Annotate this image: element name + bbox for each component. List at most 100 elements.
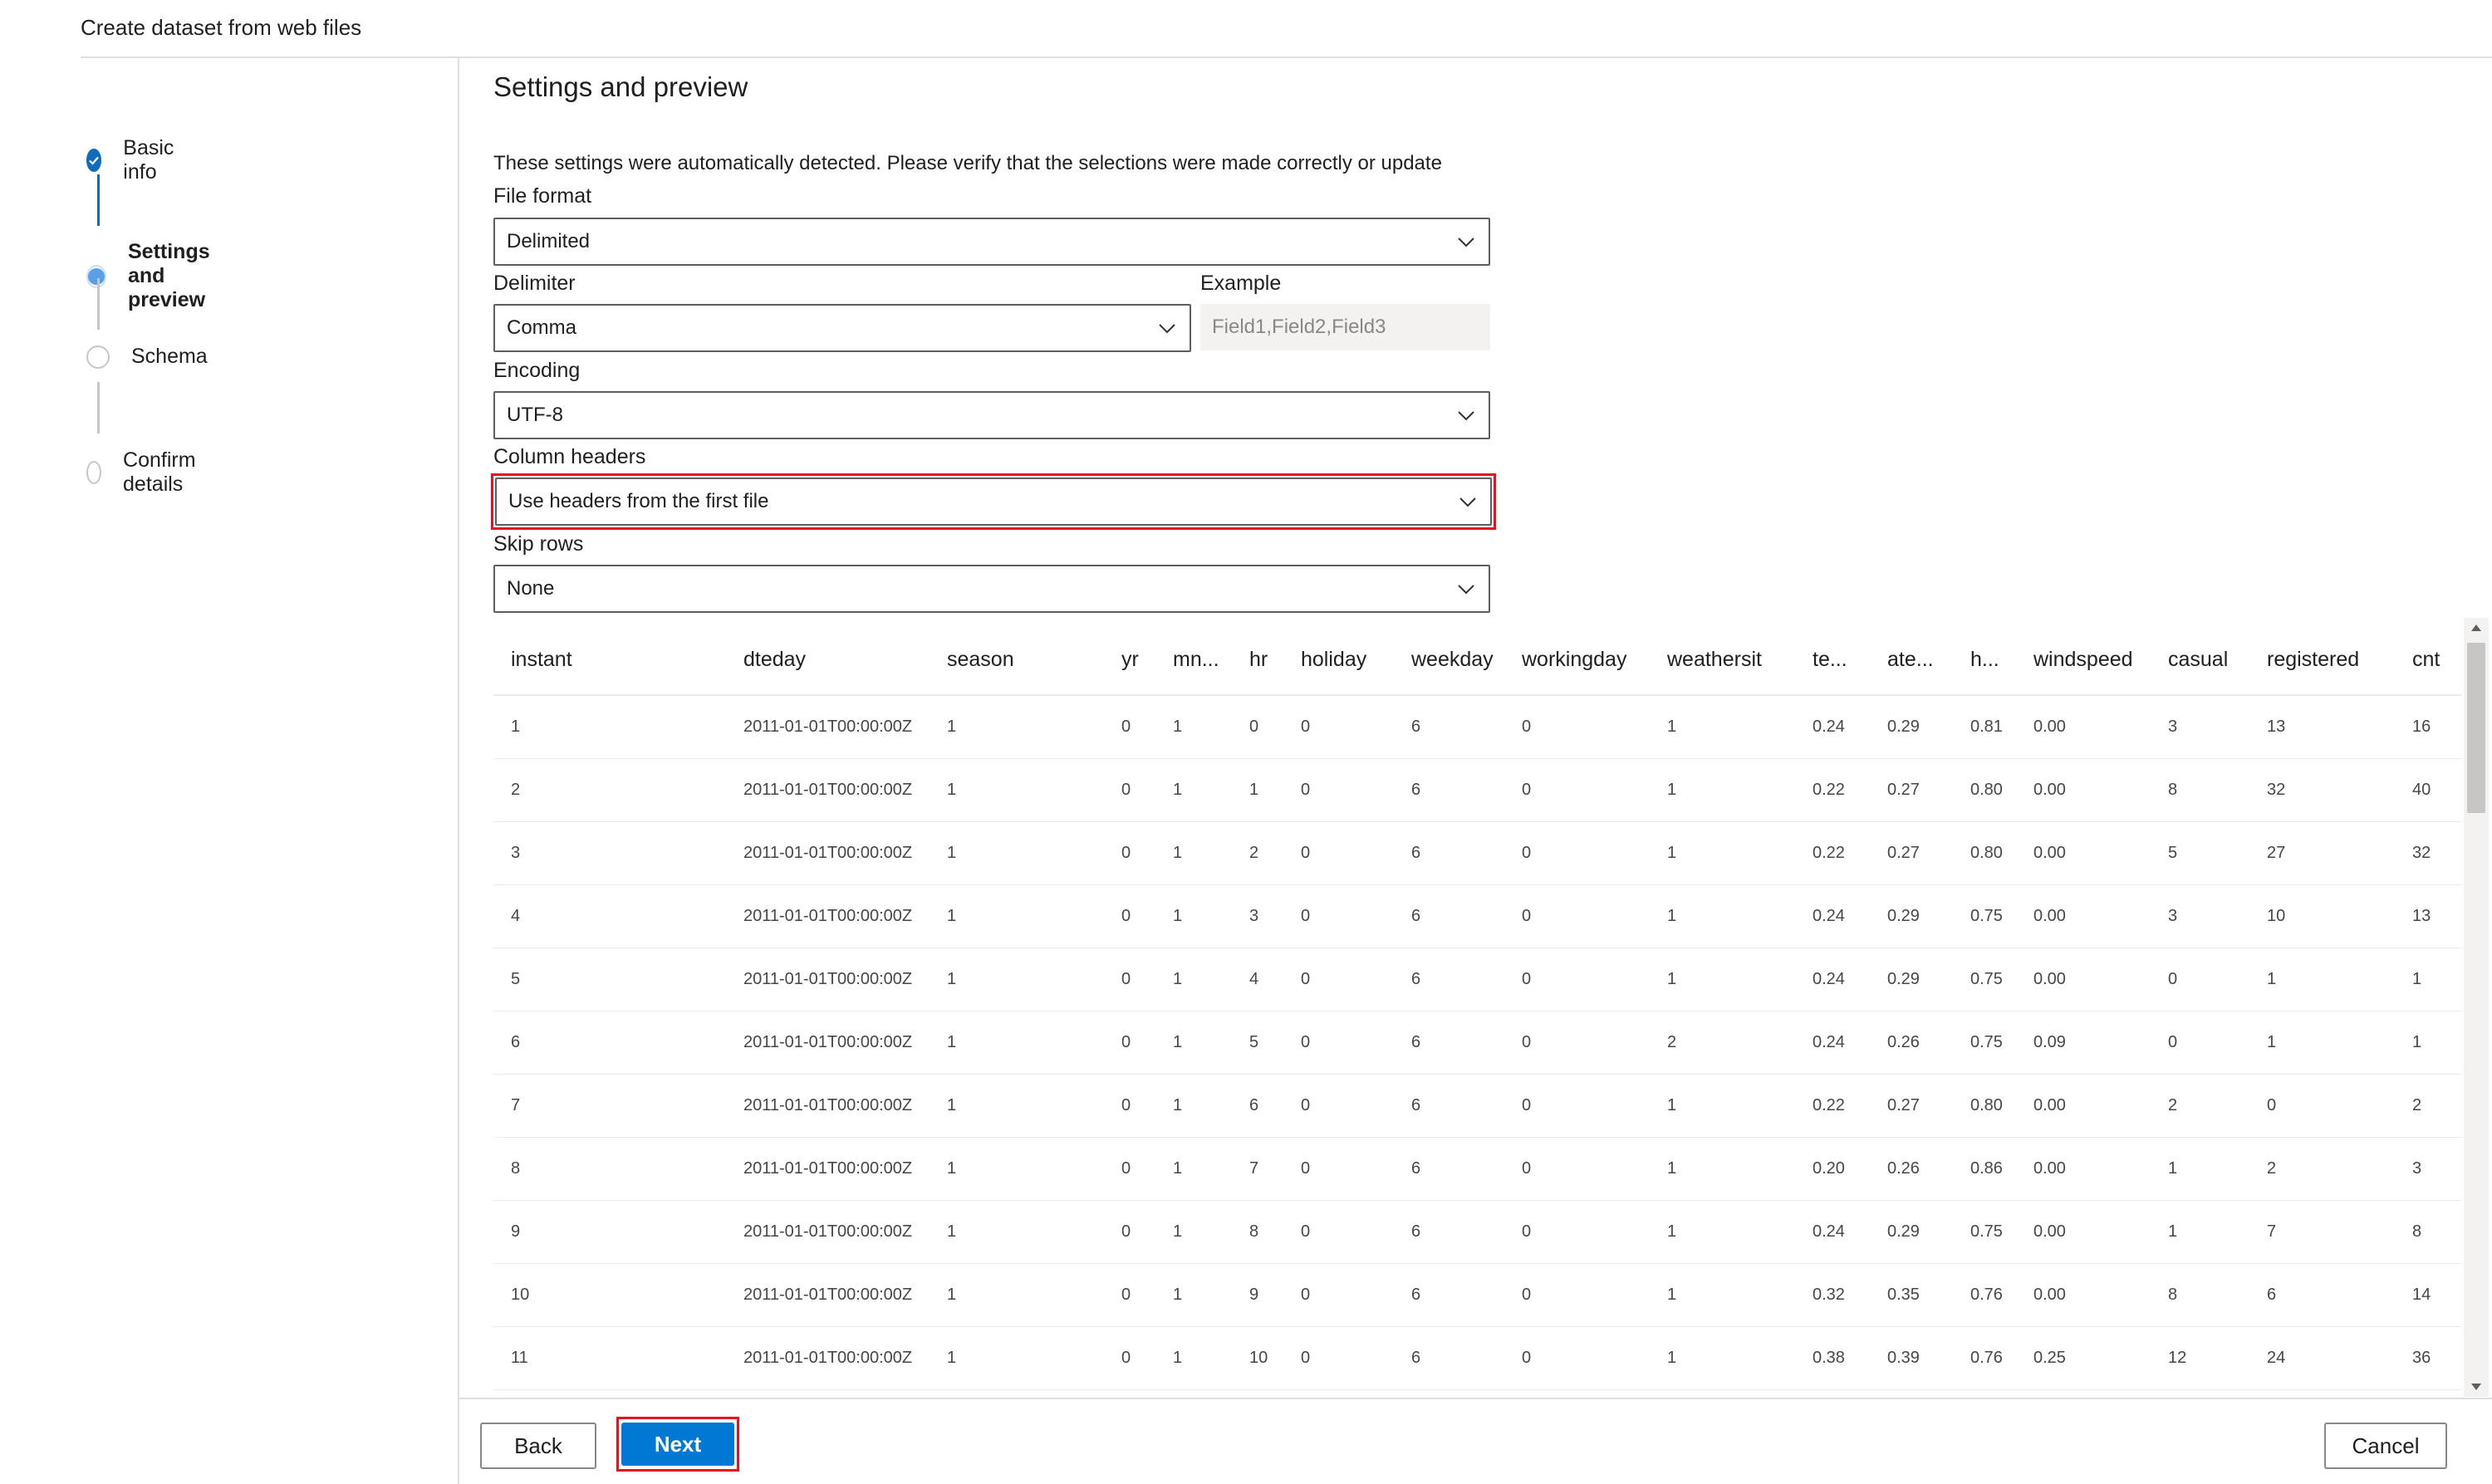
delimiter-dropdown[interactable]: Comma	[493, 304, 1191, 352]
step-confirm-details[interactable]: Confirm details	[86, 448, 204, 497]
table-cell: 0	[1104, 758, 1155, 822]
table-cell: 0	[1283, 1200, 1394, 1264]
table-cell: 2	[1232, 821, 1283, 885]
table-cell: 0	[2249, 1074, 2395, 1138]
table-cell: 0.24	[1795, 1011, 1870, 1075]
column-header[interactable]: windspeed	[2016, 624, 2151, 696]
table-cell: 1	[1650, 1074, 1795, 1138]
table-cell: 2011-01-01T00:00:00Z	[726, 884, 930, 948]
column-header[interactable]: h...	[1953, 624, 2016, 696]
table-cell: 6	[1394, 1326, 1504, 1390]
encoding-dropdown[interactable]: UTF-8	[493, 391, 1490, 439]
scrollbar-thumb[interactable]	[2467, 643, 2485, 813]
step-schema[interactable]: Schema	[86, 345, 208, 369]
file-format-label: File format	[493, 184, 592, 208]
table-cell: 1	[1650, 1326, 1795, 1390]
table-cell: 3	[493, 821, 726, 885]
column-header[interactable]: season	[930, 624, 1104, 696]
table-cell: 0	[1504, 1263, 1650, 1327]
chevron-down-icon	[1159, 324, 1175, 334]
table-cell: 1	[1650, 695, 1795, 759]
table-cell: 0.35	[1870, 1263, 1953, 1327]
table-row: 6 2011-01-01T00:00:00Z 1 0 1 5 0 6 0 2 0.24 0.26 0.7…	[493, 1011, 2462, 1075]
column-header[interactable]: mn...	[1155, 624, 1232, 696]
table-cell: 11	[493, 1326, 726, 1390]
skip-rows-label: Skip rows	[493, 532, 584, 556]
scroll-up-icon[interactable]	[2471, 624, 2481, 631]
step-connector	[97, 174, 100, 226]
table-row: 1 2011-01-01T00:00:00Z 1 0 1 0 0 6 0 1 0.24 0.29 0.8…	[493, 695, 2462, 759]
table-cell: 0	[1504, 1137, 1650, 1201]
table-scrollbar[interactable]	[2464, 618, 2489, 1397]
example-label: Example	[1200, 272, 1282, 295]
back-button[interactable]: Back	[480, 1423, 596, 1469]
cancel-button[interactable]: Cancel	[2324, 1423, 2447, 1469]
table-cell: 0	[1504, 821, 1650, 885]
example-field: Field1,Field2,Field3	[1200, 304, 1490, 350]
encoding-value: UTF-8	[507, 404, 563, 426]
table-cell: 1	[1155, 821, 1232, 885]
column-header[interactable]: yr	[1104, 624, 1155, 696]
table-cell: 0	[1504, 948, 1650, 1011]
column-header[interactable]: hr	[1232, 624, 1283, 696]
table-cell: 0	[1283, 1263, 1394, 1327]
column-header[interactable]: casual	[2151, 624, 2249, 696]
table-cell: 0.00	[2016, 758, 2151, 822]
table-cell: 3	[1232, 884, 1283, 948]
column-header[interactable]: holiday	[1283, 624, 1394, 696]
table-cell: 0.29	[1870, 884, 1953, 948]
column-header[interactable]: te...	[1795, 624, 1870, 696]
table-cell: 2011-01-01T00:00:00Z	[726, 1137, 930, 1201]
step-basic-info[interactable]: Basic info	[86, 136, 182, 184]
table-cell: 0.86	[1953, 1137, 2016, 1201]
section-title: Settings and preview	[493, 71, 748, 102]
step-label: Settings and preview	[128, 240, 210, 311]
column-header[interactable]: ate...	[1870, 624, 1953, 696]
table-header-row: instant dteday season yr mn... hr holiday weekd…	[493, 624, 2462, 696]
table-cell: 0.75	[1953, 884, 2016, 948]
chevron-down-icon	[1458, 585, 1474, 595]
table-cell: 6	[1394, 1200, 1504, 1264]
column-header[interactable]: instant	[493, 624, 726, 696]
table-cell: 2	[2395, 1074, 2462, 1138]
table-row: 2 2011-01-01T00:00:00Z 1 0 1 1 0 6 0 1 0.22 0.27 0.8…	[493, 758, 2462, 822]
column-header[interactable]: weathersit	[1650, 624, 1795, 696]
table-cell: 1	[1650, 1137, 1795, 1201]
table-cell: 0.24	[1795, 695, 1870, 759]
table-cell: 1	[1155, 1137, 1232, 1201]
column-header[interactable]: weekday	[1394, 624, 1504, 696]
column-header[interactable]: workingday	[1504, 624, 1650, 696]
table-cell: 1	[930, 821, 1104, 885]
column-headers-label: Column headers	[493, 445, 646, 468]
column-headers-dropdown[interactable]: Use headers from the first file	[495, 478, 1492, 526]
table-cell: 0	[2151, 948, 2249, 1011]
skip-rows-dropdown[interactable]: None	[493, 565, 1490, 613]
table-cell: 1	[930, 758, 1104, 822]
step-settings-and-preview[interactable]: Settings and preview	[86, 240, 213, 312]
table-cell: 1	[2151, 1200, 2249, 1264]
table-cell: 2011-01-01T00:00:00Z	[726, 821, 930, 885]
column-header[interactable]: registered	[2249, 624, 2395, 696]
table-cell: 0.27	[1870, 758, 1953, 822]
table-cell: 6	[1394, 1011, 1504, 1075]
table-cell: 5	[1232, 1011, 1283, 1075]
table-cell: 0.00	[2016, 1137, 2151, 1201]
table-cell: 0	[1504, 695, 1650, 759]
table-row: 11 2011-01-01T00:00:00Z 1 0 1 10 0 6 0 1 0.38 0.39 0…	[493, 1326, 2462, 1390]
table-cell: 8	[2151, 758, 2249, 822]
column-header[interactable]: dteday	[726, 624, 930, 696]
table-cell: 36	[2395, 1326, 2462, 1390]
scroll-down-icon[interactable]	[2471, 1384, 2481, 1390]
table-cell: 8	[2151, 1263, 2249, 1327]
table-cell: 4	[1232, 948, 1283, 1011]
delimiter-value: Comma	[507, 316, 577, 339]
table-cell: 9	[493, 1200, 726, 1264]
file-format-dropdown[interactable]: Delimited	[493, 218, 1490, 266]
column-header[interactable]: cnt	[2395, 624, 2462, 696]
info-text: These settings were automatically detect…	[493, 152, 1442, 174]
table-cell: 5	[493, 948, 726, 1011]
table-cell: 0	[1283, 1011, 1394, 1075]
table-cell: 0	[1104, 821, 1155, 885]
table-cell: 2011-01-01T00:00:00Z	[726, 948, 930, 1011]
table-cell: 2	[493, 758, 726, 822]
